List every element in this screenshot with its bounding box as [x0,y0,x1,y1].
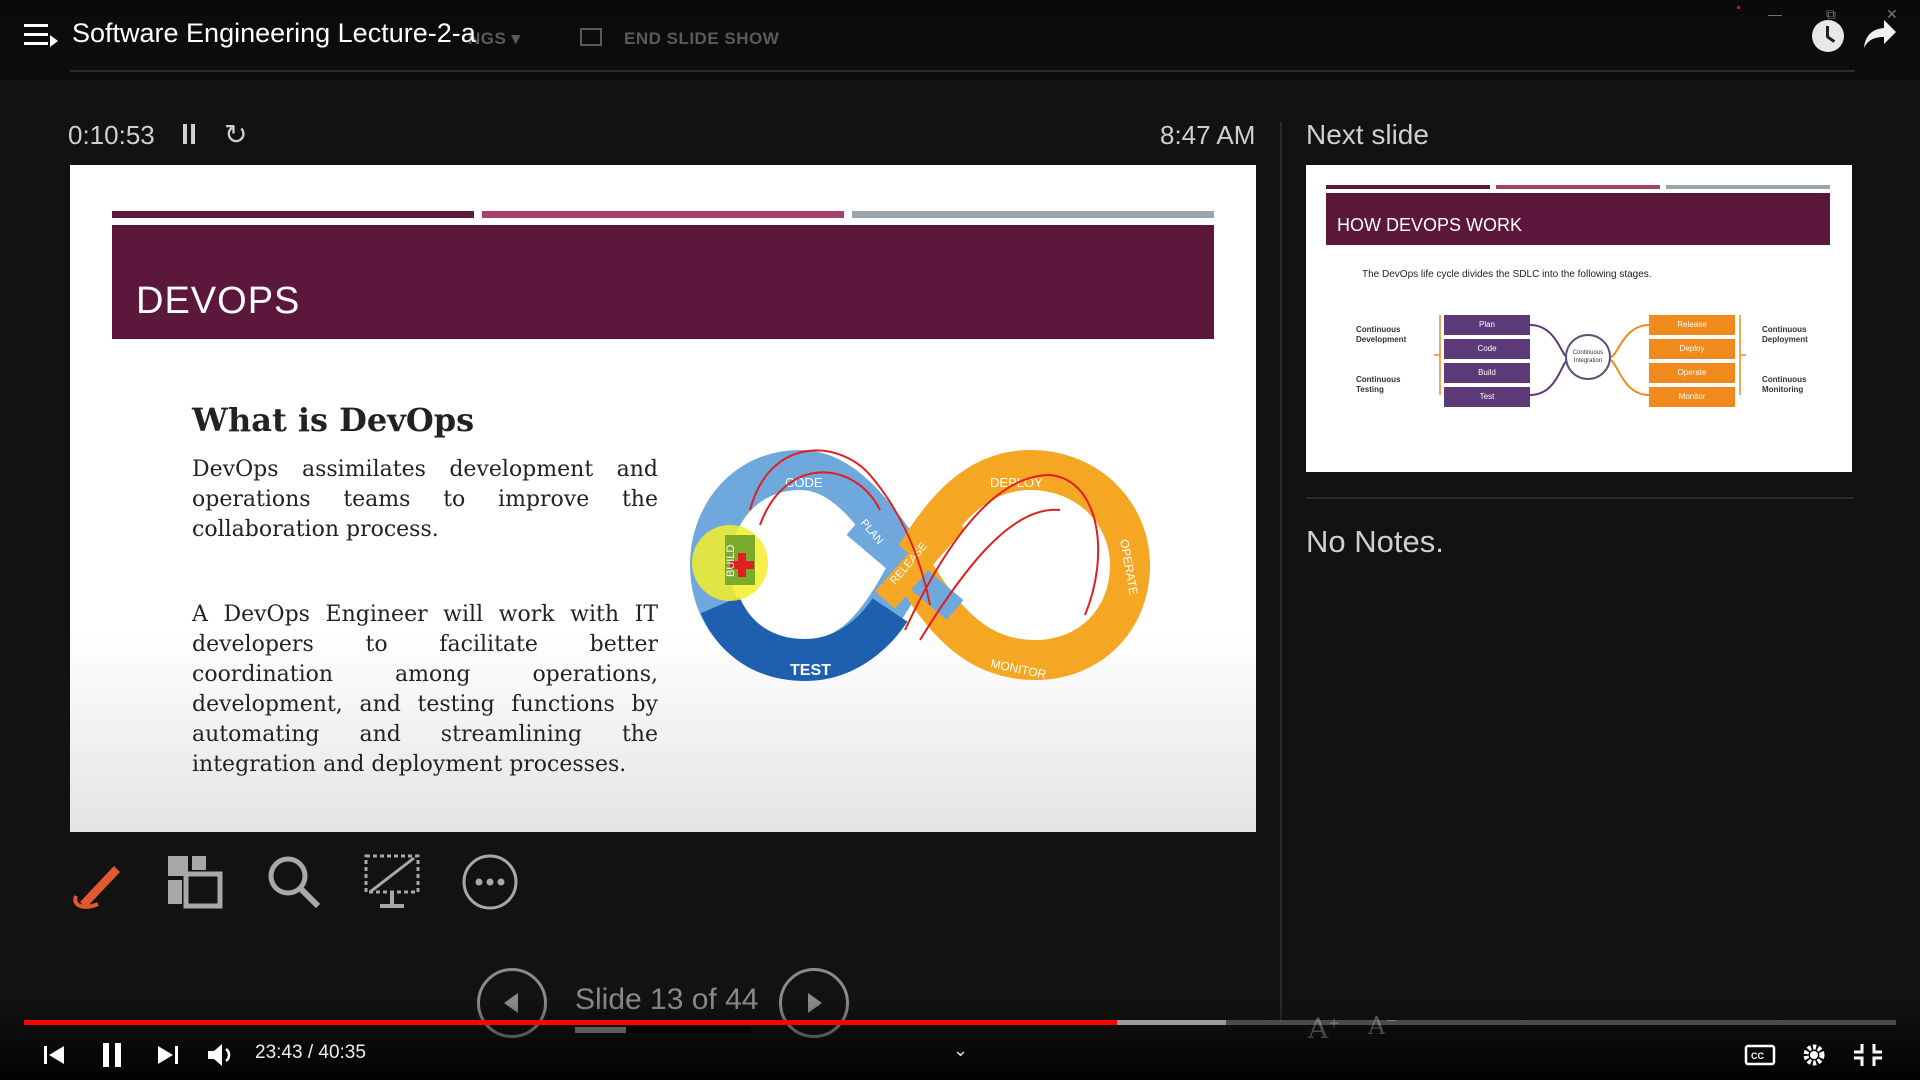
stage-monitor: Monitor [1649,387,1735,407]
stage-deploy: Deploy [1649,339,1735,359]
video-progress-bar[interactable] [24,1020,1896,1025]
played-bar [24,1020,1118,1025]
stage-test: Test [1444,387,1530,407]
slide-heading: What is DevOps [192,401,475,439]
slide-paragraph: DevOps assimilates development and opera… [192,457,658,542]
lifecycle-connectors [1434,315,1746,396]
video-time: 23:43 / 40:35 [255,1042,366,1063]
stage-build: Build [1444,363,1530,383]
previous-video-icon[interactable] [36,1040,72,1070]
zoom-icon[interactable] [264,852,324,912]
current-time: 8:47 AM [1160,120,1256,150]
accent-bar [112,211,474,218]
exit-fullscreen-icon[interactable] [1850,1040,1886,1070]
volume-icon[interactable] [204,1040,240,1070]
stage-operate: Operate [1649,363,1735,383]
accent-bar [852,211,1214,218]
pane-divider[interactable] [1280,122,1282,1022]
current-slide[interactable]: DEVOPS What is DevOps DevOps assimilates… [70,165,1256,832]
pause-timer-icon[interactable] [182,124,196,144]
speaker-notes: No Notes. [1306,524,1444,559]
label-build: BUILD [725,545,737,577]
devops-infinity-diagram: CODE BUILD PLAN TEST RELEASE DEPLOY OPER… [690,449,1151,682]
pen-tool-icon[interactable] [68,852,128,912]
label-continuous-development: Continuous Development [1356,325,1407,344]
minimize-icon: — [1768,6,1782,22]
stage-code: Code [1444,339,1530,359]
pause-icon[interactable] [94,1040,130,1070]
label-test: TEST [790,662,831,679]
next-slide-thumbnail[interactable]: HOW DEVOPS WORK The DevOps life cycle di… [1306,165,1852,472]
restart-timer-icon[interactable]: ↻ [224,118,247,151]
presenter-top-divider [70,70,1855,72]
next-slide-label: Next slide [1306,119,1429,150]
label-continuous-testing: Continuous Testing [1356,375,1401,394]
end-show-icon [580,28,602,46]
black-screen-icon[interactable] [362,852,422,912]
playlist-menu-icon[interactable] [24,24,58,48]
slide-title: DEVOPS [136,280,301,322]
chevron-down-icon[interactable]: ⌄ [953,1040,968,1061]
label-continuous-deployment: Continuous Deployment [1762,325,1808,344]
test-segment [700,595,908,682]
video-title[interactable]: Software Engineering Lecture-2-a [72,18,476,49]
share-icon[interactable] [1862,18,1898,50]
captions-icon[interactable]: CC [1742,1040,1778,1070]
next-video-icon[interactable] [150,1040,186,1070]
end-slide-show-ghost: END SLIDE SHOW [624,29,780,48]
more-options-icon[interactable] [460,852,520,912]
continuous-integration-hub: Continuous Integration [1565,334,1611,380]
accent-bar [482,211,844,218]
record-indicator [1737,6,1740,9]
svg-text:CC: CC [1751,1051,1764,1061]
label-continuous-monitoring: Continuous Monitoring [1762,375,1807,394]
slide-paragraph: A DevOps Engineer will work with IT deve… [192,602,658,777]
slide-title-banner: DEVOPS [112,225,1214,339]
settings-gear-icon[interactable] [1796,1040,1832,1070]
see-all-slides-icon[interactable] [164,852,224,912]
notes-divider [1306,497,1854,499]
stage-release: Release [1649,315,1735,335]
presentation-timer: 0:10:53 [68,120,155,150]
stage-plan: Plan [1444,315,1530,335]
watch-later-icon[interactable] [1812,20,1844,52]
